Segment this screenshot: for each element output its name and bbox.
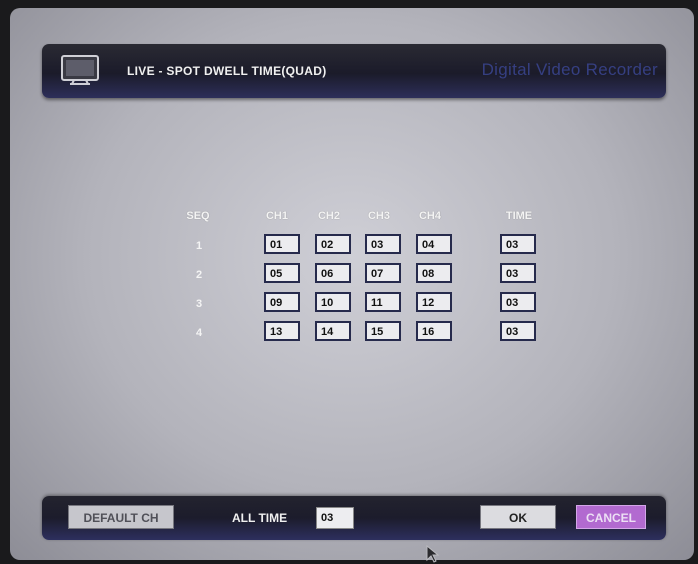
mouse-cursor-icon [426, 545, 440, 563]
seq-label: 4 [195, 327, 203, 339]
ch1-field[interactable]: 13 [264, 321, 300, 341]
ch1-field[interactable]: 01 [264, 234, 300, 254]
brand-label: Digital Video Recorder [481, 60, 658, 79]
ch2-field[interactable]: 14 [315, 321, 351, 341]
time-field[interactable]: 03 [500, 234, 536, 254]
footer-bar: DEFAULT CH ALL TIME 03 OK CANCEL [42, 496, 666, 540]
default-ch-button[interactable]: DEFAULT CH [68, 505, 174, 529]
ch1-field[interactable]: 09 [264, 292, 300, 312]
col-header-seq: SEQ [186, 210, 210, 222]
dvr-screen: LIVE - SPOT DWELL TIME(QUAD) Digital Vid… [10, 8, 694, 560]
ok-button[interactable]: OK [480, 505, 556, 529]
ch3-field[interactable]: 11 [365, 292, 401, 312]
col-header-ch4: CH4 [418, 210, 441, 222]
all-time-label: ALL TIME [232, 511, 288, 525]
ch1-field[interactable]: 05 [264, 263, 300, 283]
ch4-field[interactable]: 08 [416, 263, 452, 283]
ch2-field[interactable]: 06 [315, 263, 351, 283]
title-bar: LIVE - SPOT DWELL TIME(QUAD) Digital Vid… [42, 44, 666, 98]
col-header-ch1: CH1 [265, 210, 288, 222]
time-field[interactable]: 03 [500, 292, 536, 312]
ch3-field[interactable]: 03 [365, 234, 401, 254]
seq-label: 2 [195, 269, 203, 281]
time-field[interactable]: 03 [500, 321, 536, 341]
col-header-ch3: CH3 [367, 210, 390, 222]
time-field[interactable]: 03 [500, 263, 536, 283]
col-header-time: TIME [505, 210, 533, 222]
monitor-icon [61, 55, 99, 85]
page-title: LIVE - SPOT DWELL TIME(QUAD) [127, 64, 327, 78]
cancel-button[interactable]: CANCEL [576, 505, 646, 529]
ch4-field[interactable]: 04 [416, 234, 452, 254]
ch3-field[interactable]: 15 [365, 321, 401, 341]
all-time-field[interactable]: 03 [316, 507, 354, 529]
ch4-field[interactable]: 12 [416, 292, 452, 312]
ch4-field[interactable]: 16 [416, 321, 452, 341]
seq-label: 1 [195, 240, 203, 252]
col-header-ch2: CH2 [317, 210, 340, 222]
ch2-field[interactable]: 02 [315, 234, 351, 254]
ch2-field[interactable]: 10 [315, 292, 351, 312]
ch3-field[interactable]: 07 [365, 263, 401, 283]
seq-label: 3 [195, 298, 203, 310]
